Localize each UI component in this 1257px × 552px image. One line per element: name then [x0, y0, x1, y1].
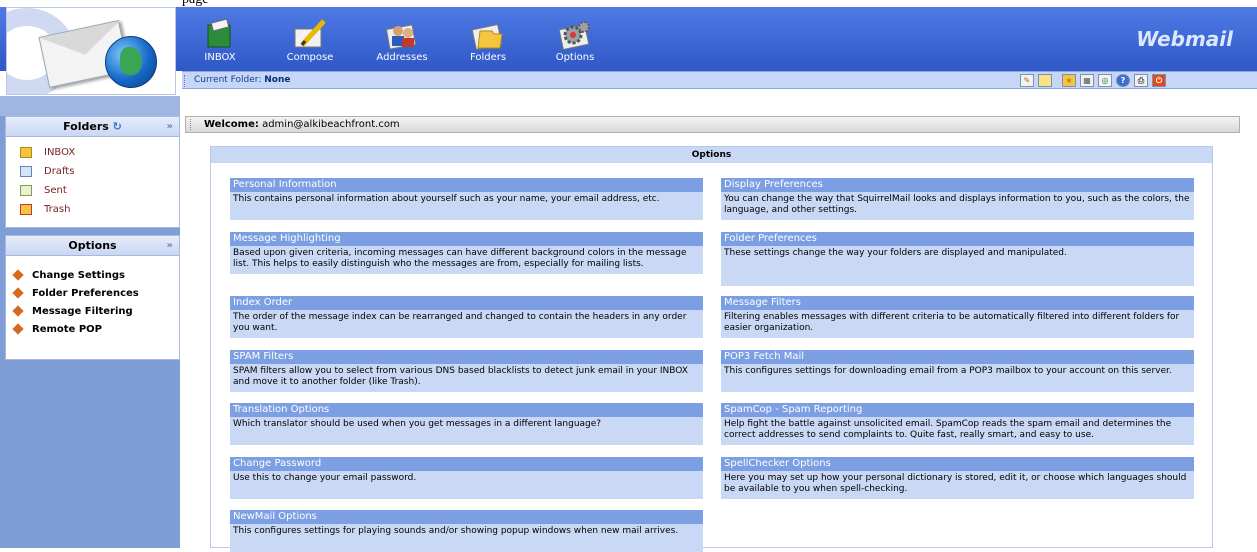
option-spam-filters: SPAM Filters SPAM filters allow you to s…: [230, 350, 703, 392]
logout-icon[interactable]: ⏻: [1152, 74, 1166, 87]
folders-box: Folders ↻ » INBOX Drafts Sent Trash: [5, 116, 180, 228]
option-display-preferences: Display Preferences You can change the w…: [721, 178, 1194, 220]
sidebar-folder-inbox[interactable]: INBOX: [6, 143, 179, 162]
option-message-filters: Message Filters Filtering enables messag…: [721, 296, 1194, 338]
option-description: You can change the way that SquirrelMail…: [721, 192, 1194, 220]
globe-icon: [105, 36, 157, 88]
option-link[interactable]: Display Preferences: [724, 179, 823, 190]
top-header: INBOX Compose Addresses Folders Options …: [0, 7, 1257, 71]
inbox-folder-icon: [20, 147, 32, 158]
toolbar-label: Compose: [286, 52, 334, 63]
option-link[interactable]: SpamCop - Spam Reporting: [724, 404, 862, 415]
option-spamcop-reporting: SpamCop - Spam Reporting Help fight the …: [721, 403, 1194, 445]
option-link[interactable]: Change Password: [233, 458, 321, 469]
sent-folder-icon: [20, 185, 32, 196]
option-newmail-options: NewMail Options This configures settings…: [230, 510, 703, 552]
sidebar-option-folder-preferences[interactable]: Folder Preferences: [6, 284, 179, 302]
option-description: Filtering enables messages with differen…: [721, 310, 1194, 338]
trash-folder-icon: [20, 204, 32, 215]
option-description: Based upon given criteria, incoming mess…: [230, 246, 703, 274]
collapse-chevron-icon[interactable]: »: [167, 117, 173, 137]
addresses-icon: [384, 17, 420, 51]
option-description: Here you may set up how your personal di…: [721, 471, 1194, 499]
option-description: This contains personal information about…: [230, 192, 703, 220]
option-link[interactable]: Folder Preferences: [724, 233, 817, 244]
option-description: SPAM filters allow you to select from va…: [230, 364, 703, 392]
bullet-icon: [12, 287, 24, 299]
folder-new-icon[interactable]: ★: [1062, 74, 1076, 87]
current-folder-bar: Current Folder: None ✎ ★ ▦ ◎ ? ⎙ ⏻: [182, 71, 1257, 89]
option-description: Use this to change your email password.: [230, 471, 703, 499]
search-icon[interactable]: ◎: [1098, 74, 1112, 87]
webmail-logo: [6, 7, 176, 95]
collapse-chevron-icon[interactable]: »: [167, 236, 173, 256]
toolbar-label: INBOX: [204, 52, 236, 63]
option-translation-options: Translation Options Which translator sho…: [230, 403, 703, 445]
toolbar-label: Options: [555, 52, 595, 63]
option-change-password: Change Password Use this to change your …: [230, 457, 703, 499]
app-title: Webmail: [1136, 27, 1233, 51]
toolbar-compose-button[interactable]: Compose: [270, 17, 350, 67]
inbox-icon: [202, 17, 238, 51]
toolbar-addresses-button[interactable]: Addresses: [362, 17, 442, 67]
option-pop3-fetch-mail: POP3 Fetch Mail This configures settings…: [721, 350, 1194, 392]
print-icon[interactable]: ⎙: [1134, 74, 1148, 87]
sidebar-folder-sent[interactable]: Sent: [6, 181, 179, 200]
current-folder-value: None: [264, 75, 291, 85]
option-description: Help fight the battle against unsolicite…: [721, 417, 1194, 445]
toolbar-folders-button[interactable]: Folders: [448, 17, 528, 67]
page-caption: page: [182, 0, 602, 7]
toolbar-label: Addresses: [376, 52, 428, 63]
compose-icon: [292, 17, 328, 51]
option-link[interactable]: NewMail Options: [233, 511, 317, 522]
option-spellchecker-options: SpellChecker Options Here you may set up…: [721, 457, 1194, 499]
help-icon[interactable]: ?: [1116, 74, 1130, 87]
folders-icon: [470, 17, 506, 51]
sidebar-option-message-filtering[interactable]: Message Filtering: [6, 302, 179, 320]
bullet-icon: [12, 269, 24, 281]
option-link[interactable]: Message Filters: [724, 297, 801, 308]
option-description: Which translator should be used when you…: [230, 417, 703, 445]
user-email: admin@alkibeachfront.com: [262, 119, 400, 130]
bullet-icon: [12, 305, 24, 317]
sidebar-option-change-settings[interactable]: Change Settings: [6, 266, 179, 284]
folders-header[interactable]: Folders ↻ »: [6, 117, 179, 137]
option-link[interactable]: Personal Information: [233, 179, 337, 190]
sidebar-option-remote-pop[interactable]: Remote POP: [6, 320, 179, 338]
bullet-icon: [12, 323, 24, 335]
drafts-folder-icon: [20, 166, 32, 177]
option-link[interactable]: Index Order: [233, 297, 292, 308]
option-link[interactable]: SpellChecker Options: [724, 458, 831, 469]
options-panel-title: Options: [211, 147, 1212, 163]
option-link[interactable]: Translation Options: [233, 404, 329, 415]
left-sidebar: Folders ↻ » INBOX Drafts Sent Trash Opti…: [0, 96, 180, 548]
toolbar-label: Folders: [469, 52, 507, 63]
options-header[interactable]: Options »: [6, 236, 179, 256]
sidebar-folder-trash[interactable]: Trash: [6, 200, 179, 219]
current-folder-indicator: Current Folder: None: [194, 75, 291, 85]
option-message-highlighting: Message Highlighting Based upon given cr…: [230, 232, 703, 274]
options-icon: [557, 17, 593, 51]
option-description: The order of the message index can be re…: [230, 310, 703, 338]
sidebar-folder-drafts[interactable]: Drafts: [6, 162, 179, 181]
calendar-icon[interactable]: ▦: [1080, 74, 1094, 87]
toolbar-inbox-button[interactable]: INBOX: [180, 17, 260, 67]
refresh-icon[interactable]: ↻: [113, 120, 122, 133]
options-panel: Options Personal Information This contai…: [210, 146, 1213, 552]
option-link[interactable]: SPAM Filters: [233, 351, 293, 362]
option-link[interactable]: POP3 Fetch Mail: [724, 351, 804, 362]
notes-icon[interactable]: ✎: [1020, 74, 1034, 87]
toolbar-options-button[interactable]: Options: [535, 17, 615, 67]
option-index-order: Index Order The order of the message ind…: [230, 296, 703, 338]
welcome-bar: Welcome: admin@alkibeachfront.com: [185, 116, 1240, 133]
option-personal-information: Personal Information This contains perso…: [230, 178, 703, 220]
option-description: These settings change the way your folde…: [721, 246, 1194, 286]
option-link[interactable]: Message Highlighting: [233, 233, 341, 244]
options-box: Options » Change Settings Folder Prefere…: [5, 235, 180, 360]
bookmark-icon[interactable]: [1038, 74, 1052, 87]
option-description: This configures settings for downloading…: [721, 364, 1194, 392]
option-folder-preferences: Folder Preferences These settings change…: [721, 232, 1194, 286]
